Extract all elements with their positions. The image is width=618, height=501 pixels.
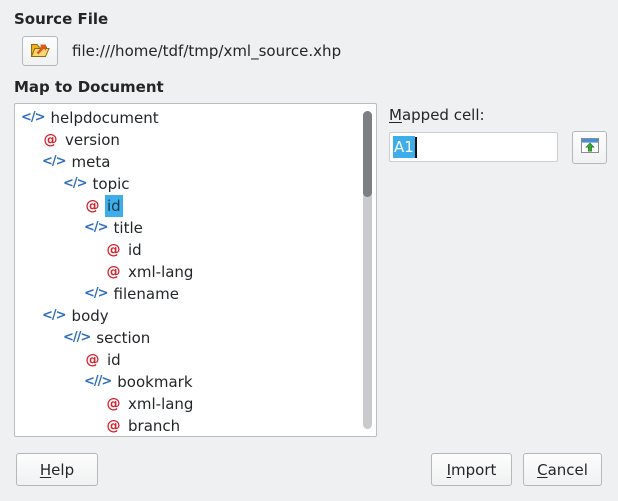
tree-item-section[interactable]: <//>section	[15, 327, 362, 349]
tree-item-topic[interactable]: </>topic	[15, 173, 362, 195]
mapped-cell-input[interactable]: A1	[389, 132, 558, 162]
attribute-icon: @	[105, 239, 122, 261]
tree-item-body[interactable]: </>body	[15, 305, 362, 327]
tree-item-label: branch	[126, 415, 182, 437]
browse-source-file-button[interactable]	[22, 36, 58, 66]
text-caret	[415, 137, 417, 158]
mapped-cell-label: Mapped cell:	[389, 106, 485, 124]
tree-item-branch[interactable]: @branch	[15, 415, 362, 437]
repeating-element-icon: <//>	[84, 371, 111, 393]
tree-item-label: topic	[91, 173, 132, 195]
source-file-path: file:///home/tdf/tmp/xml_source.xhp	[72, 42, 341, 60]
tree-item-bookmark[interactable]: <//>bookmark	[15, 371, 362, 393]
tree-item-id[interactable]: @id	[15, 195, 362, 217]
import-button[interactable]: Import	[431, 453, 512, 486]
tree-rows: </>helpdocument@version</>meta</>topic@i…	[15, 107, 362, 437]
tree-item-label: id	[105, 195, 123, 217]
element-icon: </>	[84, 283, 108, 305]
attribute-icon: @	[84, 349, 101, 371]
mapped-cell-value: A1	[393, 136, 415, 158]
cancel-button[interactable]: Cancel	[523, 453, 602, 486]
tree-item-title[interactable]: </>title	[15, 217, 362, 239]
repeating-element-icon: <//>	[63, 327, 90, 349]
tree-item-label: section	[94, 327, 152, 349]
element-icon: </>	[84, 217, 108, 239]
tree-item-version[interactable]: @version	[15, 129, 362, 151]
shrink-button[interactable]	[572, 131, 607, 164]
shrink-to-cell-icon	[580, 137, 600, 158]
tree-item-xml-lang[interactable]: @xml-lang	[15, 393, 362, 415]
tree-item-helpdocument[interactable]: </>helpdocument	[15, 107, 362, 129]
attribute-icon: @	[105, 261, 122, 283]
tree-item-label: xml-lang	[126, 261, 195, 283]
tree-item-label: meta	[70, 151, 113, 173]
element-icon: </>	[42, 305, 66, 327]
tree-item-xml-lang[interactable]: @xml-lang	[15, 261, 362, 283]
attribute-icon: @	[105, 393, 122, 415]
tree-item-label: filename	[112, 283, 181, 305]
attribute-icon: @	[42, 129, 59, 151]
tree-item-id[interactable]: @id	[15, 349, 362, 371]
tree-item-label: version	[63, 129, 122, 151]
tree-item-filename[interactable]: </>filename	[15, 283, 362, 305]
tree-item-label: id	[105, 349, 123, 371]
help-button[interactable]: Help	[16, 453, 98, 486]
xml-structure-tree[interactable]: </>helpdocument@version</>meta</>topic@i…	[14, 103, 377, 437]
source-file-heading: Source File	[14, 10, 108, 28]
attribute-icon: @	[84, 195, 101, 217]
tree-item-label: helpdocument	[49, 107, 161, 129]
tree-item-meta[interactable]: </>meta	[15, 151, 362, 173]
map-to-document-heading: Map to Document	[14, 78, 164, 96]
tree-scrollbar-thumb[interactable]	[363, 111, 372, 197]
tree-item-label: title	[112, 217, 145, 239]
open-folder-icon	[29, 40, 51, 63]
tree-item-label: bookmark	[115, 371, 194, 393]
tree-item-label: xml-lang	[126, 393, 195, 415]
tree-item-label: id	[126, 239, 144, 261]
tree-item-id[interactable]: @id	[15, 239, 362, 261]
element-icon: </>	[63, 173, 87, 195]
attribute-icon: @	[105, 415, 122, 437]
element-icon: </>	[42, 151, 66, 173]
element-icon: </>	[21, 107, 45, 129]
tree-item-label: body	[70, 305, 111, 327]
tree-scrollbar[interactable]	[363, 111, 372, 429]
